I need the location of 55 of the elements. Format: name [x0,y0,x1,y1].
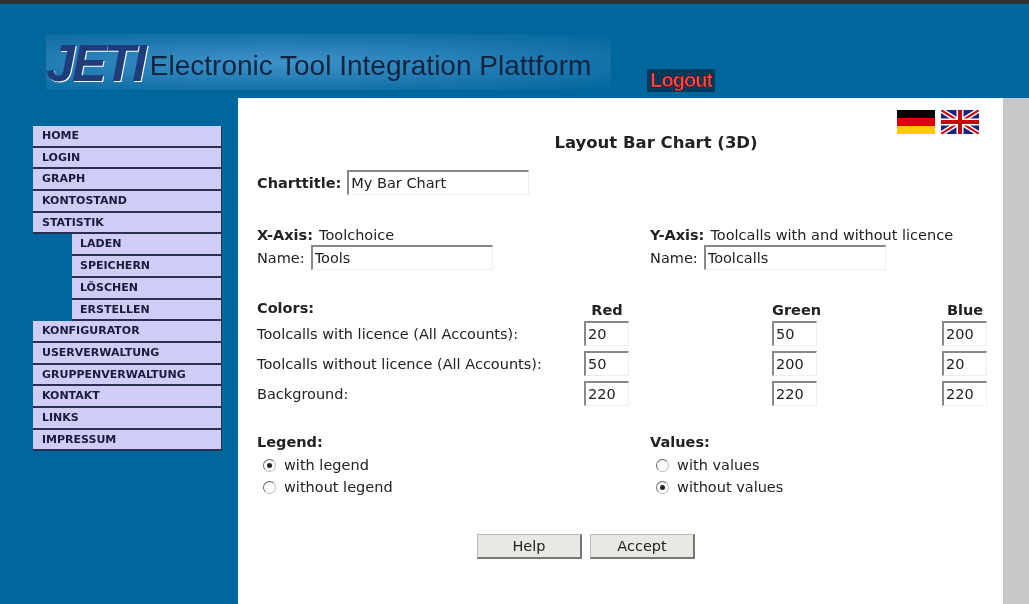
option-label: without values [677,479,784,495]
section-label: Colors: [257,300,316,316]
row-label: Background: [257,385,350,402]
color-value-field[interactable]: 220 [942,381,987,406]
nav-item[interactable]: KONTAKT [33,386,222,408]
color-value-field[interactable]: 220 [584,381,629,406]
charttitle-field[interactable]: My Bar Chart [347,170,530,195]
axis-description: Toolchoice [319,227,395,243]
axis-label: Y-Axis: [650,227,705,243]
nav-item[interactable]: GRUPPENVERWALTUNG [33,364,222,387]
column-header: Green [772,301,818,318]
form-button[interactable]: Accept [590,534,695,559]
nav-item[interactable]: LINKS [33,407,222,430]
color-value-field[interactable]: 220 [772,381,817,406]
option-label: with legend [284,457,369,473]
row-label: Toolcalls without licence (All Accounts): [257,355,543,372]
axis-name-field[interactable]: Toolcalls [703,245,886,270]
field-label: Name: [257,249,305,266]
nav-subitem[interactable]: SPEICHERN [72,256,222,278]
axis-name-field[interactable]: Tools [310,245,493,270]
color-value-field[interactable]: 20 [584,321,629,346]
section-label: Legend: [257,434,324,450]
british-flag-icon[interactable] [941,110,979,134]
nav-item[interactable]: IMPRESSUM [33,429,222,452]
row-label: Toolcalls with licence (All Accounts): [257,325,520,342]
nav-subitem[interactable]: LÖSCHEN [72,277,222,300]
color-value-field[interactable]: 20 [942,351,987,376]
column-header: Red [590,301,624,318]
site-title: Electronic Tool Integration Plattform [149,50,592,82]
section-label: Values: [650,434,711,450]
nav-item[interactable]: GRAPH [33,169,222,192]
column-header: Blue [945,301,985,318]
color-value-field[interactable]: 200 [942,321,987,346]
nav-item[interactable]: HOME [33,126,222,148]
form-button[interactable]: Help [477,534,582,559]
axis-description: Toolcalls with and without licence [710,227,954,243]
nav-item[interactable]: KONTOSTAND [33,191,222,213]
color-value-field[interactable]: 50 [772,321,817,346]
field-label: Charttitle: [257,174,342,191]
nav-subitem[interactable]: LADEN [72,234,222,257]
nav-subitem[interactable]: ERSTELLEN [72,299,222,322]
nav-item[interactable]: LOGIN [33,147,222,170]
color-value-field[interactable]: 50 [584,351,629,376]
option-label: without legend [284,479,393,495]
color-value-field[interactable]: 200 [772,351,817,376]
nav-item[interactable]: USERVERWALTUNG [33,342,222,365]
scrollbar-track[interactable] [1003,98,1029,604]
nav-item[interactable]: STATISTIK [33,212,222,235]
field-label: Name: [650,249,698,266]
logo: JETI [46,38,144,88]
page-title: Layout Bar Chart (3D) [553,133,759,152]
nav-item[interactable]: KONFIGURATOR [33,321,222,343]
german-flag-icon[interactable] [897,110,935,134]
axis-label: X-Axis: [257,227,313,243]
option-label: with values [677,457,760,473]
